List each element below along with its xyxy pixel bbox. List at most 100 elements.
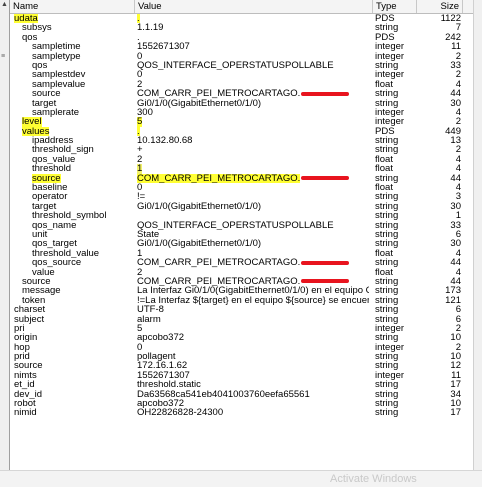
row-size: 2 — [418, 145, 461, 154]
table-row[interactable]: subsys 1.1.19 string 7 — [10, 23, 473, 32]
row-size-text: 30 — [450, 239, 461, 249]
column-header-name[interactable]: Name — [10, 0, 135, 13]
row-value-text: Gi0/1/0(GigabitEthernet0/1/0) — [137, 239, 262, 249]
table-row[interactable]: level 5 integer 2 — [10, 117, 473, 127]
table-row[interactable]: operator != string 3 — [10, 192, 473, 201]
row-size: 10 — [418, 352, 461, 361]
row-name: dev_id — [10, 390, 134, 399]
row-size-text: 2 — [455, 117, 461, 127]
table-row[interactable]: et_id threshold.static string 17 — [10, 380, 473, 389]
row-type-text: float — [375, 267, 393, 277]
row-value-text: 2 — [137, 154, 143, 165]
table-row[interactable]: threshold 1 float 4 — [10, 164, 473, 174]
row-value-text: 1.1.19 — [137, 23, 164, 33]
table-row[interactable]: target Gi0/1/0(GigabitEthernet0/1/0) strin… — [10, 99, 473, 108]
row-size-text: 4 — [455, 79, 461, 90]
redaction-mark — [301, 260, 350, 265]
table-row[interactable]: values. PDS 449 — [10, 126, 473, 137]
row-value: 1 — [137, 249, 369, 258]
table-row[interactable]: threshold_symbol string 1 — [10, 211, 473, 220]
row-name: ipaddress — [10, 136, 152, 145]
table-row[interactable]: charset UTF-8 string 6 — [10, 305, 473, 314]
row-name-text: target — [32, 201, 57, 212]
table-row[interactable]: nimid OH22826828-24300 string 17 — [10, 408, 473, 417]
column-header-size[interactable]: Size — [417, 0, 463, 13]
table-row[interactable]: qos QOS_INTERFACE_OPERSTATUSPOLLABLE strin… — [10, 61, 473, 70]
table-row[interactable]: source COM_CARR_PEI_METROCARTAGO. string 44 — [10, 89, 473, 98]
row-value: QOS_INTERFACE_OPERSTATUSPOLLABLE — [137, 61, 369, 70]
table-row[interactable]: subject alarm string 6 — [10, 315, 473, 324]
row-size-text: 7 — [455, 23, 461, 33]
row-size-text: 173 — [445, 286, 461, 296]
row-type: string — [375, 174, 415, 183]
table-row[interactable]: nimts 1552671307 integer 11 — [10, 371, 473, 380]
table-row[interactable]: qos_source COM_CARR_PEI_METROCARTAGO. stri… — [10, 258, 473, 267]
row-size: 33 — [418, 61, 461, 70]
row-size: 7 — [418, 23, 461, 32]
table-row[interactable]: prid pollagent string 10 — [10, 352, 473, 361]
table-row[interactable]: baseline 0 float 4 — [10, 183, 473, 192]
row-name: qos — [10, 61, 152, 70]
table-row[interactable]: qos_target Gi0/1/0(GigabitEthernet0/1/0) s… — [10, 239, 473, 248]
row-value: La Interfaz Gi0/1/0(GigabitEthernet0/1/0… — [137, 286, 369, 295]
row-type: string — [375, 352, 415, 361]
row-type: PDS — [375, 33, 415, 42]
row-size: 30 — [418, 239, 461, 248]
row-name: baseline — [10, 183, 152, 192]
table-row[interactable]: qos_name QOS_INTERFACE_OPERSTATUSPOLLABLE… — [10, 221, 473, 230]
table-row[interactable]: samplestdev 0 integer 2 — [10, 70, 473, 79]
table-row[interactable]: pri 5 integer 2 — [10, 324, 473, 333]
column-header-value[interactable]: Value — [135, 0, 373, 13]
table-row[interactable]: target Gi0/1/0(GigabitEthernet0/1/0) strin… — [10, 202, 473, 211]
row-type: string — [375, 89, 415, 98]
table-row[interactable]: hop 0 integer 2 — [10, 343, 473, 352]
table-row[interactable]: dev_id Da63568ca541eb4041003760eefa65561 s… — [10, 390, 473, 399]
row-size-text: 2 — [455, 70, 461, 80]
table-row[interactable]: robot apcobo372 string 10 — [10, 399, 473, 408]
table-row[interactable]: origin apcobo372 string 10 — [10, 333, 473, 342]
table-row[interactable]: samplevalue 2 float 4 — [10, 80, 473, 89]
row-name: threshold_value — [10, 249, 152, 258]
table-row[interactable]: qos. PDS 242 — [10, 33, 473, 42]
vertical-scrollbar[interactable] — [473, 0, 482, 470]
table-row[interactable]: source COM_CARR_PEI_METROCARTAGO. string 44 — [10, 173, 473, 184]
column-header-type[interactable]: Type — [373, 0, 417, 13]
row-size: 17 — [418, 380, 461, 389]
row-name-text: baseline — [32, 183, 68, 193]
table-row[interactable]: sampletime 1552671307 integer 11 — [10, 42, 473, 51]
table-row[interactable]: source COM_CARR_PEI_METROCARTAGO. string 44 — [10, 277, 473, 286]
row-size-text: 17 — [450, 380, 461, 390]
table-row[interactable]: udata. PDS 1122 — [10, 14, 473, 24]
table-row[interactable]: samplerate 300 integer 4 — [10, 108, 473, 117]
row-value: UTF-8 — [137, 305, 369, 314]
table-header: Name Value Type Size — [10, 0, 473, 14]
table-row[interactable]: qos_value 2 float 4 — [10, 155, 473, 164]
table-row[interactable]: ipaddress 10.132.80.68 string 13 — [10, 136, 473, 145]
table-row[interactable]: value 2 float 4 — [10, 268, 473, 277]
table-row[interactable]: threshold_sign + string 2 — [10, 145, 473, 154]
table-row[interactable]: unit State string 6 — [10, 230, 473, 239]
row-value: + — [137, 145, 369, 154]
scroll-up-arrow-icon[interactable]: ▲ — [1, 1, 8, 8]
table-row[interactable]: sampletype 0 integer 2 — [10, 52, 473, 61]
row-type: string — [375, 277, 415, 286]
row-type-text: string — [375, 145, 399, 155]
row-value-text: != — [137, 192, 146, 202]
row-value-text: 1 — [137, 164, 143, 174]
row-type: string — [375, 399, 415, 408]
table-row[interactable]: threshold_value 1 float 4 — [10, 249, 473, 258]
table-row[interactable]: message La Interfaz Gi0/1/0(GigabitEthern… — [10, 286, 473, 295]
row-type-text: string — [375, 220, 399, 230]
table-row[interactable]: source 172.16.1.62 string 12 — [10, 361, 473, 370]
row-size: 6 — [418, 305, 461, 314]
row-value: COM_CARR_PEI_METROCARTAGO. — [137, 89, 369, 98]
table-row[interactable]: token !=La Interfaz ${target} en el equip… — [10, 296, 473, 305]
splitter-grip-icon[interactable]: ≡ — [1, 53, 5, 60]
row-value-text: !=La Interfaz ${target} en el equipo ${s… — [137, 295, 369, 306]
row-size: 1 — [418, 211, 461, 220]
row-size-text: 44 — [450, 173, 461, 184]
row-value: 2 — [137, 268, 369, 277]
row-size: 242 — [418, 33, 461, 42]
redaction-mark — [301, 279, 350, 284]
row-size: 6 — [418, 230, 461, 239]
